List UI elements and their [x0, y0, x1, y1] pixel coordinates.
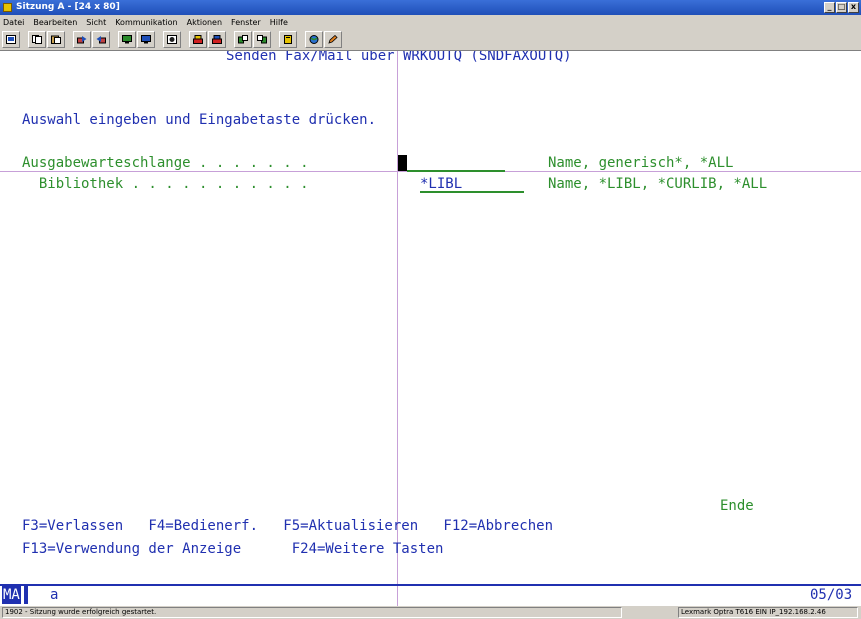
more-indicator: Ende	[720, 498, 754, 514]
title-bar: Sitzung A - [24 x 80] _ □ x	[0, 0, 861, 15]
paste-icon[interactable]	[47, 31, 65, 48]
macro-play-icon[interactable]	[208, 31, 226, 48]
library-label: Bibliothek . . . . . . . . . . .	[22, 176, 309, 192]
toolbar	[0, 29, 861, 51]
session-letter: a	[50, 587, 59, 603]
library-hint: Name, *LIBL, *CURLIB, *ALL	[548, 176, 768, 192]
print-screen-icon[interactable]	[2, 31, 20, 48]
mode-indicator: MA	[2, 586, 21, 604]
status-message: 1902 - Sitzung wurde erfolgreich gestart…	[5, 608, 157, 616]
oia-separator	[0, 584, 861, 586]
menu-datei[interactable]: Datei	[3, 18, 24, 27]
screen-instruction: Auswahl eingeben und Eingabetaste drücke…	[22, 112, 377, 128]
cursor-position: 05/03	[810, 587, 853, 603]
macro-red-icon[interactable]	[189, 31, 207, 48]
keyboard-icon[interactable]	[137, 31, 155, 48]
output-queue-label: Ausgabewarteschlange . . . . . . .	[22, 155, 309, 171]
printer-panel: Lexmark Optra T616 EIN IP_192.168.2.46	[678, 607, 858, 618]
window-controls: _ □ x	[824, 2, 859, 13]
pencil-icon[interactable]	[324, 31, 342, 48]
send-icon[interactable]	[73, 31, 91, 48]
app-icon[interactable]	[3, 3, 12, 12]
receive-icon[interactable]	[92, 31, 110, 48]
status-message-panel: 1902 - Sitzung wurde erfolgreich gestart…	[2, 607, 622, 618]
text-cursor	[398, 155, 407, 171]
menu-fenster[interactable]: Fenster	[231, 18, 261, 27]
menu-bearbeiten[interactable]: Bearbeiten	[33, 18, 77, 27]
function-keys-line-2: F13=Verwendung der Anzeige F24=Weitere T…	[22, 541, 444, 557]
operator-info-area: MA a 05/03	[0, 584, 861, 606]
indicator-bar	[24, 586, 28, 604]
close-button[interactable]: x	[848, 2, 859, 13]
menu-hilfe[interactable]: Hilfe	[270, 18, 288, 27]
transfer-send-icon[interactable]	[234, 31, 252, 48]
globe-icon[interactable]	[305, 31, 323, 48]
clipboard-icon[interactable]	[279, 31, 297, 48]
window-title: Sitzung A - [24 x 80]	[16, 2, 120, 12]
function-keys-line-1: F3=Verlassen F4=Bedienerf. F5=Aktualisie…	[22, 518, 554, 534]
terminal-screen[interactable]: Senden Fax/Mail über WRKOUTQ (SNDFAXOUTQ…	[0, 51, 861, 606]
library-input[interactable]: *LIBL	[420, 175, 524, 193]
menu-bar: Datei Bearbeiten Sicht Kommunikation Akt…	[0, 15, 861, 29]
menu-kommunikation[interactable]: Kommunikation	[115, 18, 177, 27]
screen-heading: Senden Fax/Mail über WRKOUTQ (SNDFAXOUTQ…	[226, 51, 572, 64]
output-queue-input[interactable]	[407, 154, 505, 172]
printer-status: Lexmark Optra T616 EIN IP_192.168.2.46	[681, 608, 826, 616]
display-icon[interactable]	[118, 31, 136, 48]
minimize-button[interactable]: _	[824, 2, 835, 13]
maximize-button[interactable]: □	[836, 2, 847, 13]
record-icon[interactable]	[163, 31, 181, 48]
menu-sicht[interactable]: Sicht	[86, 18, 106, 27]
menu-aktionen[interactable]: Aktionen	[187, 18, 222, 27]
status-bar: 1902 - Sitzung wurde erfolgreich gestart…	[0, 606, 861, 619]
output-queue-hint: Name, generisch*, *ALL	[548, 155, 734, 171]
copy-icon[interactable]	[28, 31, 46, 48]
transfer-receive-icon[interactable]	[253, 31, 271, 48]
